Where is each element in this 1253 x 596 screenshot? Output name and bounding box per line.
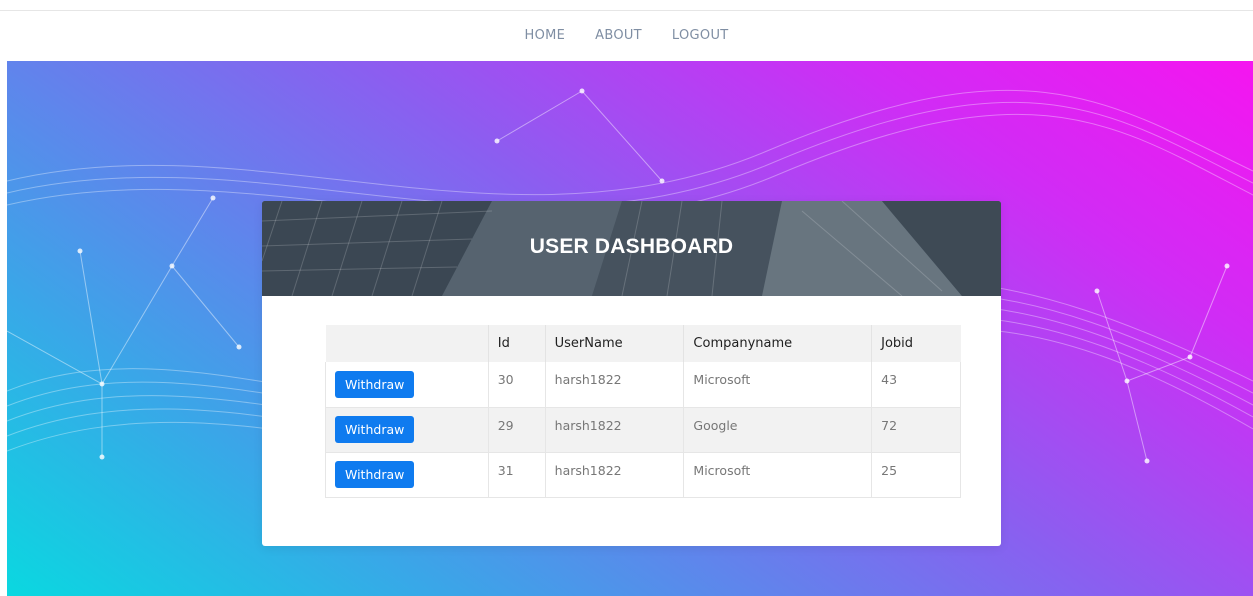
jobid-cell: 43: [871, 362, 961, 408]
header-jobid: Jobid: [871, 325, 961, 362]
id-cell: 30: [487, 362, 546, 408]
dashboard-card: USER DASHBOARD Id UserName Companyname J…: [262, 201, 1001, 546]
navbar-divider: [0, 10, 1253, 11]
table-row: Withdraw 31 harsh1822 Microsoft 25: [325, 452, 961, 498]
jobid-cell: 72: [871, 407, 961, 453]
applications-table: Id UserName Companyname Jobid Withdraw 3…: [325, 325, 961, 498]
company-cell: Microsoft: [683, 452, 872, 498]
main-nav: HOME ABOUT LOGOUT: [0, 27, 1253, 45]
top-navbar: HOME ABOUT LOGOUT: [0, 0, 1253, 61]
company-cell: Microsoft: [683, 362, 872, 408]
id-cell: 31: [487, 452, 546, 498]
header-id: Id: [487, 325, 546, 362]
username-cell: harsh1822: [544, 452, 684, 498]
nav-logout-link[interactable]: LOGOUT: [657, 27, 744, 45]
nav-about-link[interactable]: ABOUT: [580, 27, 657, 45]
table-header-row: Id UserName Companyname Jobid: [325, 325, 961, 362]
action-cell: Withdraw: [325, 452, 489, 498]
withdraw-button[interactable]: Withdraw: [335, 416, 415, 443]
jobid-cell: 25: [871, 452, 961, 498]
company-cell: Google: [683, 407, 872, 453]
header-username: UserName: [544, 325, 684, 362]
table-row: Withdraw 30 harsh1822 Microsoft 43: [325, 362, 961, 408]
dashboard-header-banner: USER DASHBOARD: [262, 201, 1001, 296]
action-cell: Withdraw: [325, 362, 489, 408]
dashboard-title: USER DASHBOARD: [529, 235, 734, 258]
action-cell: Withdraw: [325, 407, 489, 453]
header-action: [325, 325, 489, 362]
username-cell: harsh1822: [544, 407, 684, 453]
nav-home-link[interactable]: HOME: [510, 27, 581, 45]
withdraw-button[interactable]: Withdraw: [335, 370, 415, 398]
username-cell: harsh1822: [544, 362, 684, 408]
id-cell: 29: [487, 407, 546, 453]
header-companyname: Companyname: [683, 325, 872, 362]
table-row: Withdraw 29 harsh1822 Google 72: [325, 407, 961, 453]
withdraw-button[interactable]: Withdraw: [335, 461, 415, 488]
